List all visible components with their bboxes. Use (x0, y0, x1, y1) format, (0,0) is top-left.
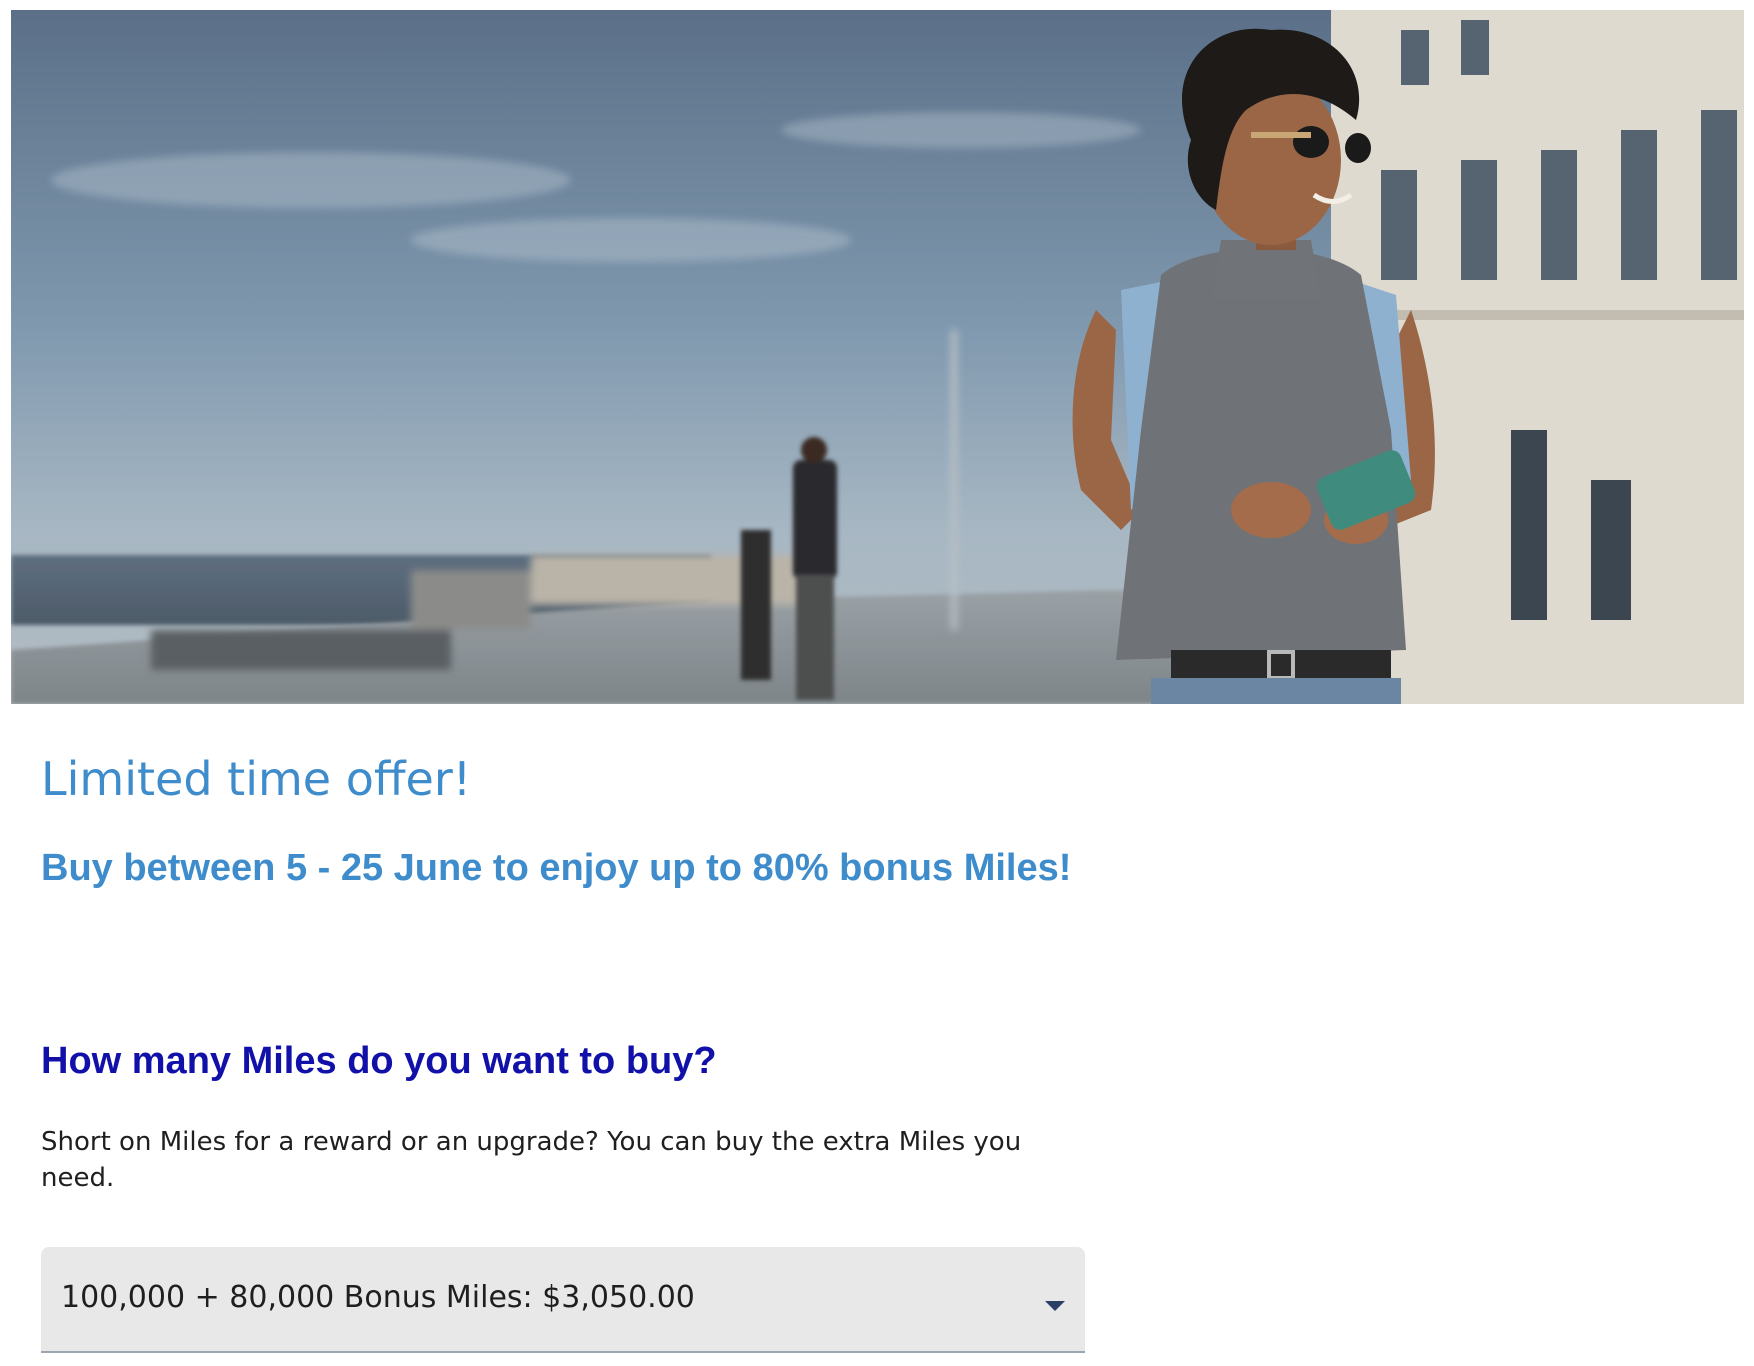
miles-package-selected-value: 100,000 + 80,000 Bonus Miles: $3,050.00 (61, 1280, 695, 1315)
chevron-down-icon (1045, 1301, 1065, 1311)
hero-image (11, 10, 1744, 704)
buy-miles-description: Short on Miles for a reward or an upgrad… (41, 1127, 1022, 1193)
offer-title: Limited time offer! (41, 752, 472, 806)
buy-miles-heading: How many Miles do you want to buy? (41, 1040, 717, 1082)
offer-subtitle: Buy between 5 - 25 June to enjoy up to 8… (41, 847, 1072, 889)
miles-package-select[interactable]: 100,000 + 80,000 Bonus Miles: $3,050.00 (41, 1247, 1085, 1353)
